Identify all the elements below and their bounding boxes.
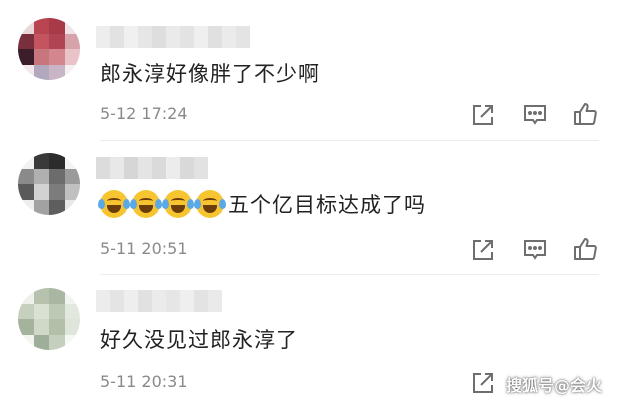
thumbs-up-icon	[574, 238, 597, 260]
comment-timestamp: 5-11 20:51	[100, 239, 188, 258]
comment-text: 好久没见过郎永淳了	[100, 324, 298, 354]
comment-text-content: 郎永淳好像胖了不少啊	[100, 62, 320, 86]
avatar[interactable]	[18, 288, 80, 350]
comment-icon	[524, 240, 546, 260]
comment-text-content: 好久没见过郎永淳了	[100, 328, 298, 352]
username-blurred[interactable]	[96, 26, 250, 48]
laugh-cry-emoji-icon	[130, 190, 162, 218]
comment-timestamp: 5-12 17:24	[100, 104, 188, 123]
like-button[interactable]	[572, 236, 598, 262]
username-blurred[interactable]	[96, 290, 222, 312]
comment-item: 郎永淳好像胖了不少啊 5-12 17:24	[0, 0, 617, 130]
comment-icon	[524, 105, 546, 125]
comment-text-content: 五个亿目标达成了吗	[228, 193, 426, 217]
laugh-cry-emoji-icon	[162, 190, 194, 218]
comment-list: 郎永淳好像胖了不少啊 5-12 17:24 五个亿目标达成了吗 5-11 20:…	[0, 0, 617, 404]
laugh-cry-emoji-icon	[194, 190, 226, 218]
comment-text: 郎永淳好像胖了不少啊	[100, 58, 320, 88]
username-blurred[interactable]	[96, 157, 208, 179]
share-button[interactable]	[470, 370, 496, 396]
share-icon	[473, 240, 493, 260]
like-button[interactable]	[572, 101, 598, 127]
comment-button[interactable]	[522, 102, 548, 128]
share-button[interactable]	[470, 102, 496, 128]
share-button[interactable]	[470, 237, 496, 263]
share-icon	[473, 373, 493, 393]
avatar[interactable]	[18, 18, 80, 80]
avatar[interactable]	[18, 153, 80, 215]
comment-text: 五个亿目标达成了吗	[98, 189, 426, 219]
comment-button[interactable]	[522, 237, 548, 263]
comment-timestamp: 5-11 20:31	[100, 372, 188, 391]
thumbs-up-icon	[574, 103, 597, 125]
watermark-text: 搜狐号@会火	[506, 376, 603, 395]
share-icon	[473, 105, 493, 125]
comment-item: 五个亿目标达成了吗 5-11 20:51	[0, 135, 617, 265]
laugh-cry-emoji-icon	[98, 190, 130, 218]
